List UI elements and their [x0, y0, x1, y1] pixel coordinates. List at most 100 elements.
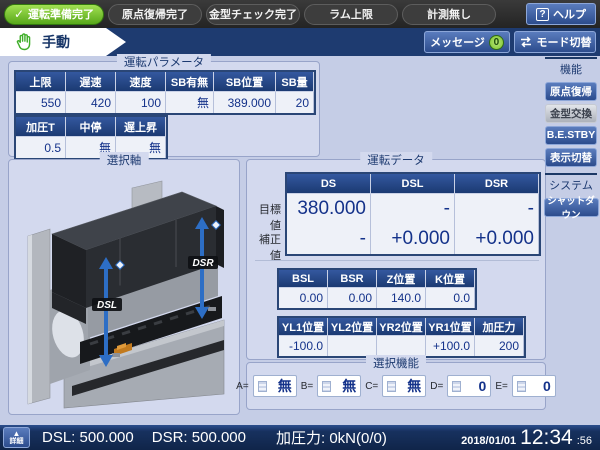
param-header: SB有無 — [166, 72, 214, 92]
param-header: 加圧T — [16, 117, 66, 137]
yl1-position-value[interactable]: -100.0 — [279, 336, 328, 356]
divider — [255, 260, 539, 261]
status-lamp-label: ラム上限 — [329, 6, 373, 22]
clock: 2018/01/01 12:34 :56 — [461, 426, 592, 450]
axis-data-table: DS DSL DSR 380.000 - - - +0.000 +0.000 — [285, 172, 541, 256]
target-dsr-value[interactable]: - — [455, 194, 539, 224]
param-header: 速度 — [116, 72, 166, 92]
bsl-value[interactable]: 0.00 — [279, 288, 328, 308]
fn-c-label: C= — [365, 381, 378, 392]
k-position-value[interactable]: 0.0 — [426, 288, 475, 308]
parameters-table-1: 上限 遅速 速度 SB有無 SB位置 SB量 550 420 100 無 389… — [14, 70, 316, 115]
mode-indicator: 手動 — [0, 28, 128, 56]
shutdown-button[interactable]: シャットダウン — [544, 198, 599, 217]
yr2-position-value[interactable] — [377, 336, 426, 356]
detail-expand-button[interactable]: ▲ 詳細 — [3, 427, 30, 448]
divider — [545, 57, 597, 59]
axis-header-ds: DS — [287, 174, 371, 194]
functions-section-label: 機能 — [560, 61, 582, 77]
param-header: SB位置 — [214, 72, 276, 92]
param-value-speed[interactable]: 100 — [116, 92, 166, 113]
top-status-bar: ✓ 運転準備完了 原点復帰完了 金型チェック完了 ラム上限 計測無し ? ヘルプ — [0, 0, 600, 28]
origin-return-button[interactable]: 原点復帰 — [545, 82, 597, 101]
param-value-sb-amount[interactable]: 20 — [276, 92, 314, 113]
fn-b-select[interactable]: 無 — [317, 375, 361, 397]
pos-header: BSL — [279, 270, 328, 288]
fn-a-value: 無 — [270, 376, 292, 396]
status-lamp-ram-upper-limit: ラム上限 — [304, 4, 398, 25]
selected-axis-group: 選択軸 — [8, 159, 240, 415]
mode-switch-button[interactable]: モード切替 — [514, 31, 596, 53]
group-title: 選択軸 — [100, 152, 149, 168]
param-header: SB量 — [276, 72, 314, 92]
pos-header: K位置 — [426, 270, 475, 288]
fn-a-select[interactable]: 無 — [253, 375, 297, 397]
divider — [545, 173, 597, 175]
function-sidebar: 機能 原点復帰 金型交換 B.E.STBY 表示切替 システム シャットダウン — [543, 56, 599, 218]
fn-e-select[interactable]: 0 — [512, 375, 556, 397]
fn-e-label: E= — [495, 381, 508, 392]
offset-ds-value[interactable]: - — [287, 224, 371, 254]
mode-switch-label: モード切替 — [537, 34, 592, 50]
target-ds-value[interactable]: 380.000 — [287, 194, 371, 224]
pos-header: YR2位置 — [377, 318, 426, 336]
message-label: メッセージ — [430, 34, 485, 50]
yr1-position-value[interactable]: +100.0 — [426, 336, 475, 356]
operation-data-group: 運転データ 目標値 補正値 DS DSL DSR 380.000 - - - +… — [246, 159, 546, 360]
fn-d-value: 0 — [464, 378, 486, 394]
offset-dsr-value[interactable]: +0.000 — [455, 224, 539, 254]
fn-d-select[interactable]: 0 — [447, 375, 491, 397]
status-lamp-label: 原点復帰完了 — [122, 6, 188, 22]
param-header: 中停 — [66, 117, 116, 137]
fn-c-value: 無 — [399, 376, 421, 396]
press-force-value[interactable]: 200 — [475, 336, 524, 356]
pos-header: YR1位置 — [426, 318, 475, 336]
dsr-axis-label: DSR — [192, 258, 214, 269]
position-data-table-2: YL1位置 YL2位置 YR2位置 YR1位置 加圧力 -100.0 +100.… — [277, 316, 526, 358]
z-position-value[interactable]: 140.0 — [377, 288, 426, 308]
pos-header: YL2位置 — [328, 318, 377, 336]
param-value-upper-limit[interactable]: 550 — [16, 92, 66, 113]
status-lamp-label: 運転準備完了 — [28, 6, 94, 22]
param-value-sb-enable[interactable]: 無 — [166, 92, 214, 113]
axis-header-dsr: DSR — [455, 174, 539, 194]
question-icon: ? — [536, 8, 549, 21]
param-header: 遅上昇 — [116, 117, 166, 137]
param-value-sb-position[interactable]: 389.000 — [214, 92, 276, 113]
group-title: 運転データ — [360, 152, 432, 168]
fn-c-select[interactable]: 無 — [382, 375, 426, 397]
be-stby-button[interactable]: B.E.STBY — [545, 126, 597, 145]
param-value-slow-speed[interactable]: 420 — [66, 92, 116, 113]
group-title: 運転パラメータ — [117, 54, 211, 70]
pos-header: Z位置 — [377, 270, 426, 288]
pressure-current-readout: 加圧力: 0kN(0/0) — [276, 427, 387, 448]
list-icon — [258, 381, 267, 392]
status-lamp-label: 計測無し — [427, 6, 471, 22]
bsr-value[interactable]: 0.00 — [328, 288, 377, 308]
help-button[interactable]: ? ヘルプ — [526, 3, 596, 25]
operation-parameters-group: 運転パラメータ 上限 遅速 速度 SB有無 SB位置 SB量 550 420 1… — [8, 61, 320, 157]
help-label: ヘルプ — [553, 6, 586, 22]
group-title: 選択機能 — [366, 355, 426, 371]
pos-header: BSR — [328, 270, 377, 288]
seconds-text: :56 — [577, 435, 592, 447]
status-lamp-die-check: 金型チェック完了 — [206, 4, 300, 25]
status-lamp-no-measure: 計測無し — [402, 4, 496, 25]
dsr-current-readout: DSR: 500.000 — [152, 429, 246, 446]
status-lamp-label: 金型チェック完了 — [209, 6, 297, 22]
swap-arrows-icon — [519, 36, 533, 48]
die-change-button[interactable]: 金型交換 — [545, 104, 597, 123]
mode-label: 手動 — [42, 32, 70, 52]
param-value-press-time[interactable]: 0.5 — [16, 137, 66, 158]
display-switch-button[interactable]: 表示切替 — [545, 148, 597, 167]
fn-b-value: 無 — [334, 376, 356, 396]
yl2-position-value[interactable] — [328, 336, 377, 356]
offset-dsl-value[interactable]: +0.000 — [371, 224, 455, 254]
check-icon: ✓ — [14, 7, 24, 21]
status-lamp-origin-return: 原点復帰完了 — [108, 4, 202, 25]
message-button[interactable]: メッセージ 0 — [424, 31, 510, 53]
triangle-up-icon: ▲ — [13, 430, 21, 438]
system-section-label: システム — [549, 177, 593, 193]
target-dsl-value[interactable]: - — [371, 194, 455, 224]
select-function-row: A= 無 B= 無 C= 無 D= 0 E= 0 — [247, 375, 545, 397]
